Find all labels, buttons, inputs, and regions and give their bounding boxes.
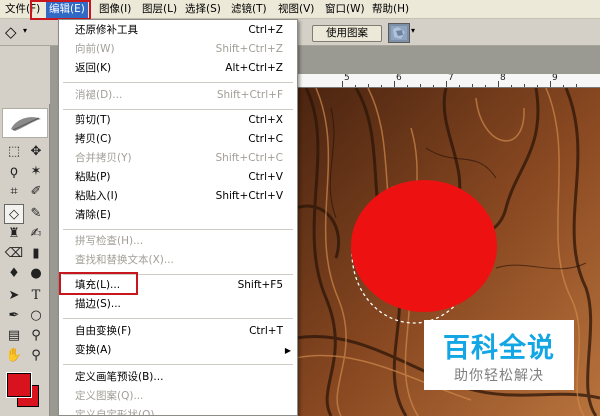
menu-view[interactable]: 视图(V) (275, 0, 317, 19)
lasso-tool-icon[interactable]: ϙ (4, 162, 24, 182)
menu-item-stroke[interactable]: 描边(S)... (59, 295, 297, 314)
eraser-tool-icon[interactable]: ⌫ (4, 244, 24, 264)
menu-separator (63, 364, 293, 365)
tool-preset-dropdown-icon[interactable]: ▾ (23, 26, 27, 35)
eyedropper-icon[interactable]: ⚲ (26, 326, 46, 346)
magic-wand-icon[interactable]: ✶ (26, 162, 46, 182)
marquee-tool-icon[interactable]: ⬚ (4, 142, 24, 162)
move-tool-icon[interactable]: ✥ (26, 142, 46, 162)
menu-filter[interactable]: 滤镜(T) (228, 0, 270, 19)
path-selection-icon[interactable]: ➤ (4, 286, 24, 306)
menu-item-fade: 消褪(D)... Shift+Ctrl+F (75, 89, 283, 101)
highlight-fill-item (59, 272, 138, 295)
pattern-dropdown-icon[interactable]: ▾ (411, 26, 415, 35)
pattern-picker[interactable] (388, 23, 410, 43)
edit-menu-dropdown: 还原修补工具 Ctrl+Z 向前(W) Shift+Ctrl+Z 返回(K) Alt+… (58, 19, 298, 416)
patch-tool-icon[interactable]: ◇ (5, 23, 17, 41)
watermark-subtitle: 助你轻松解决 (454, 368, 544, 384)
foreground-color-swatch[interactable] (6, 372, 32, 398)
ruler-label: 6 (396, 74, 402, 83)
menu-item-free-transform[interactable]: 自由变换(F) Ctrl+T (59, 322, 297, 341)
menu-item-define-brush[interactable]: 定义画笔预设(B)... (59, 368, 297, 387)
menu-item-copy[interactable]: 拷贝(C) Ctrl+C (59, 130, 297, 149)
menu-separator (63, 229, 293, 230)
toolbox: ⬚ ✥ ϙ ✶ ⌗ ✐ ◇ ✎ ♜ ✍ ⌫ ▮ ♦ ● ➤ T ✒ ○ ▤ ⚲ … (0, 104, 50, 416)
menu-select[interactable]: 选择(S) (182, 0, 224, 19)
menu-help[interactable]: 帮助(H) (369, 0, 412, 19)
dodge-tool-icon[interactable]: ● (26, 264, 46, 284)
ruler-label: 9 (552, 74, 558, 83)
stamp-tool-icon[interactable]: ♜ (4, 224, 24, 244)
menu-separator (63, 82, 293, 83)
feather-icon (11, 117, 41, 131)
ruler-label: 8 (500, 74, 506, 83)
menu-item-paste-into[interactable]: 粘贴入(I) Shift+Ctrl+V (59, 187, 297, 206)
hand-tool-icon[interactable]: ✋ (4, 346, 24, 366)
menu-item-define-pattern: 定义图案(Q)... (75, 390, 144, 402)
horizontal-ruler: 5 6 7 8 9 (296, 74, 600, 88)
red-filled-selection (351, 180, 497, 312)
menu-item-paste[interactable]: 粘贴(P) Ctrl+V (59, 168, 297, 187)
pattern-swatch-icon (391, 26, 407, 40)
menu-image[interactable]: 图像(I) (96, 0, 134, 19)
brush-tool-icon[interactable]: ✎ (26, 204, 46, 224)
history-brush-icon[interactable]: ✍ (26, 224, 46, 244)
menu-item-define-custom-shape: 定义自定形状(O)... (75, 409, 165, 416)
menu-separator (63, 318, 293, 319)
menu-window[interactable]: 窗口(W) (322, 0, 368, 19)
shape-tool-icon[interactable]: ○ (26, 306, 46, 326)
type-tool-icon[interactable]: T (26, 286, 46, 306)
gradient-tool-icon[interactable]: ▮ (26, 244, 46, 264)
highlight-edit-menu (30, 0, 91, 20)
pen-tool-icon[interactable]: ✒ (4, 306, 24, 326)
feather-logo (2, 108, 48, 138)
submenu-arrow-icon: ▶ (284, 346, 291, 355)
ruler-label: 7 (448, 74, 454, 83)
zoom-tool-icon[interactable]: ⚲ (26, 346, 46, 366)
notes-tool-icon[interactable]: ▤ (4, 326, 24, 346)
menu-separator (63, 109, 293, 110)
menu-item-clear[interactable]: 清除(E) (59, 206, 297, 225)
menu-layer[interactable]: 图层(L) (139, 0, 180, 19)
watermark: 百科全说 助你轻松解决 (424, 320, 574, 390)
watermark-title: 百科全说 (443, 333, 555, 364)
menu-item-step-forward: 向前(W) Shift+Ctrl+Z (75, 43, 283, 55)
menu-item-copy-merged: 合并拷贝(Y) Shift+Ctrl+C (75, 152, 283, 164)
menu-item-transform[interactable]: 变换(A) ▶ (59, 341, 297, 360)
menu-item-find-replace: 查找和替换文本(X)... (75, 254, 174, 266)
crop-tool-icon[interactable]: ⌗ (4, 182, 24, 202)
menu-item-spell-check: 拼写检查(H)... (75, 235, 144, 247)
blur-tool-icon[interactable]: ♦ (4, 264, 24, 284)
slice-tool-icon[interactable]: ✐ (26, 182, 46, 202)
patch-tool-selected-icon[interactable]: ◇ (4, 204, 24, 224)
use-pattern-button[interactable]: 使用图案 (312, 25, 382, 42)
menu-item-undo-patch[interactable]: 还原修补工具 Ctrl+Z (59, 21, 297, 40)
menu-item-step-backward[interactable]: 返回(K) Alt+Ctrl+Z (59, 59, 297, 78)
ruler-label: 5 (344, 74, 350, 83)
menu-item-cut[interactable]: 剪切(T) Ctrl+X (59, 111, 297, 130)
